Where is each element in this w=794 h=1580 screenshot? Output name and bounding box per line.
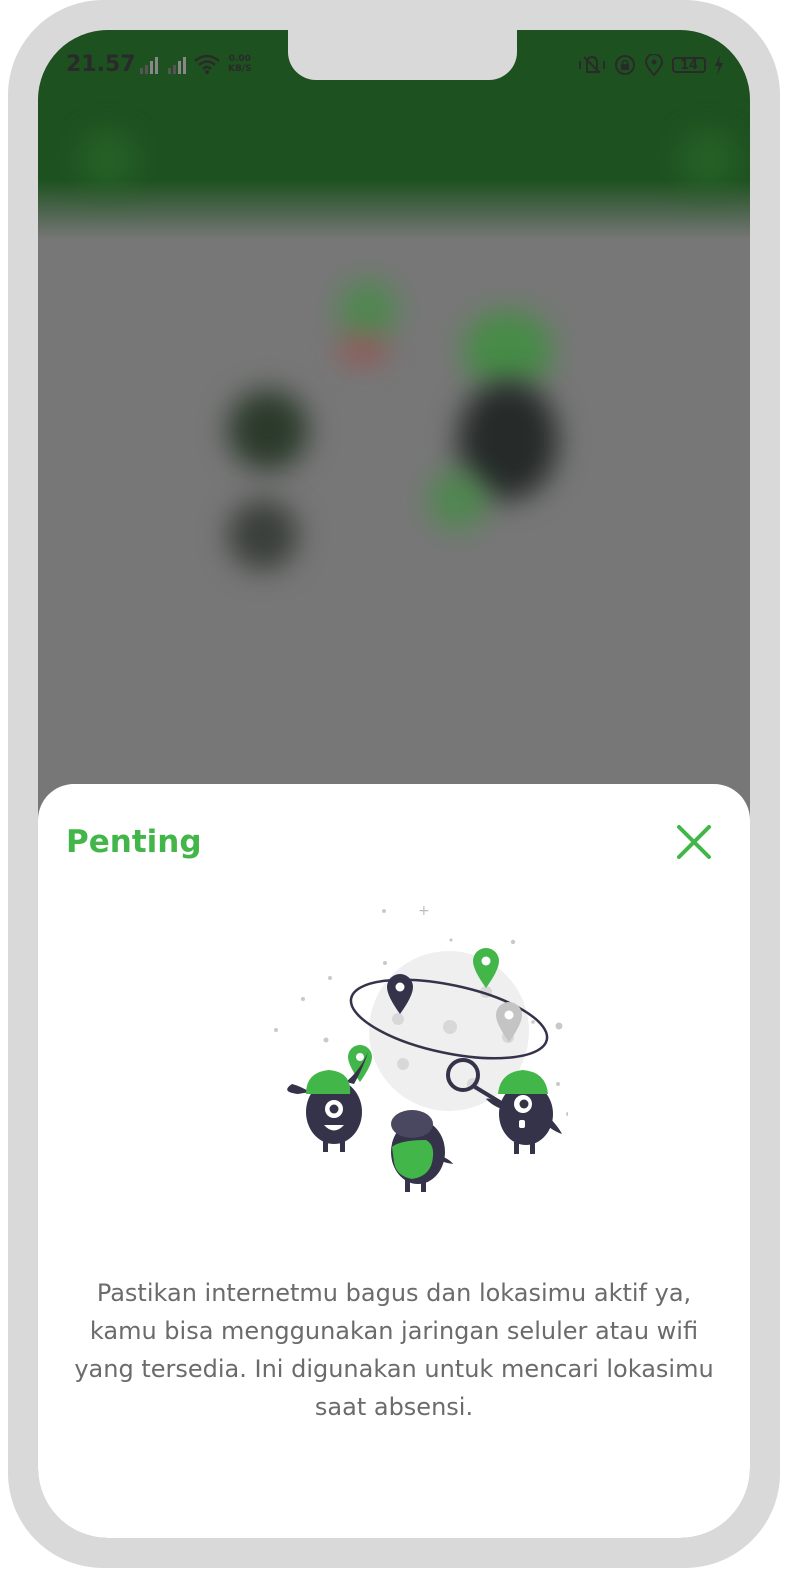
blurred-shape xyxy=(428,470,488,530)
location-icon xyxy=(644,54,664,76)
net-speed: 0.00 KB/S xyxy=(228,54,252,74)
screen: 21.57 0.00 KB/S 14 Penting + Pastikan in… xyxy=(38,30,750,1538)
signal-icon xyxy=(140,57,158,74)
important-dialog: Penting + Pastikan internetmu bagus dan … xyxy=(38,784,750,1538)
blurred-shape xyxy=(463,310,553,390)
blurred-shape xyxy=(338,280,398,340)
monster-center xyxy=(391,1110,453,1192)
close-icon[interactable] xyxy=(674,822,714,862)
camera-notch xyxy=(288,30,517,80)
dialog-title: Penting xyxy=(66,824,202,860)
status-icons: 14 xyxy=(578,54,724,76)
wifi-icon xyxy=(194,54,220,74)
blurred-shape xyxy=(228,390,308,470)
location-search-illustration: + xyxy=(274,904,568,1192)
dialog-message: Pastikan internetmu bagus dan lokasimu a… xyxy=(74,1279,714,1421)
vibrate-icon xyxy=(579,55,605,74)
blurred-background xyxy=(38,30,750,800)
blurred-shape xyxy=(678,130,738,190)
charging-icon xyxy=(715,55,723,75)
rotation-lock-icon xyxy=(615,55,635,75)
blurred-shape xyxy=(78,130,138,190)
signal-icon xyxy=(168,57,186,74)
blurred-shape xyxy=(228,500,298,570)
sparkle-plus: + xyxy=(418,904,430,919)
phone-frame: 21.57 0.00 KB/S 14 Penting + Pastikan in… xyxy=(8,0,780,1568)
blurred-shape xyxy=(338,335,388,365)
net-speed-unit: KB/S xyxy=(228,64,252,74)
status-time: 21.57 xyxy=(66,52,136,77)
map-pin-green xyxy=(348,1045,372,1082)
net-speed-value: 0.00 xyxy=(228,54,251,64)
battery-icon: 14 xyxy=(672,57,706,73)
